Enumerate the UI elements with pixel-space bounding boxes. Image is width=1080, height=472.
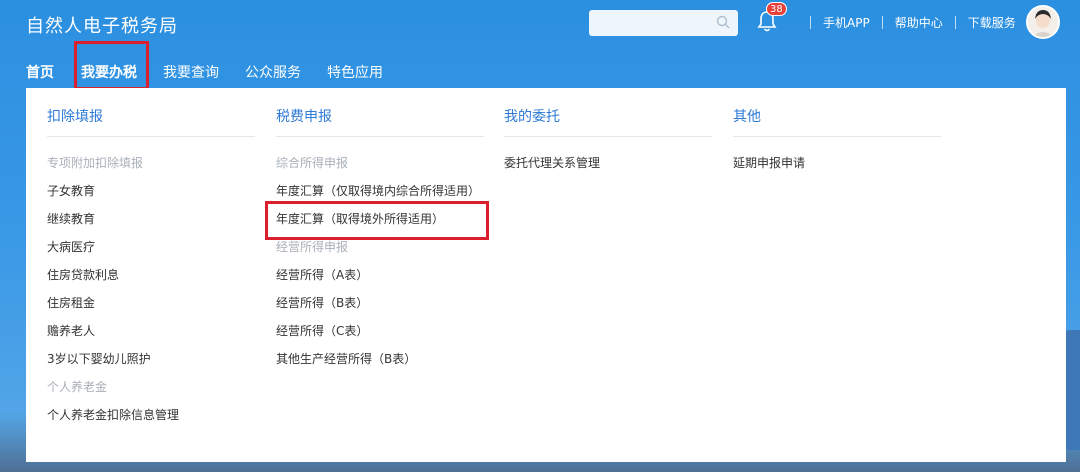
search-input[interactable] <box>589 10 738 36</box>
nav-public-service[interactable]: 公众服务 <box>245 62 301 82</box>
avatar-icon <box>1032 10 1054 37</box>
top-links: 手机APP 帮助中心 下载服务 <box>798 14 1016 31</box>
notification-badge[interactable]: 38 <box>766 2 787 16</box>
top-header: 自然人电子税务局 38 手机APP 帮助中心 下载服务 首页 我要办税 我要查询… <box>0 0 1080 90</box>
menu-item[interactable]: 经营所得（C表） <box>276 317 486 345</box>
mobile-app-link[interactable]: 手机APP <box>823 14 870 31</box>
menu-item[interactable]: 经营所得（A表） <box>276 261 486 289</box>
divider <box>810 16 811 29</box>
group-label: 专项附加扣除填报 <box>47 156 144 170</box>
search-icon[interactable] <box>716 15 730 29</box>
annotation-highlight-box <box>265 201 489 240</box>
menu-item[interactable]: 大病医疗 <box>47 233 257 261</box>
site-title: 自然人电子税务局 <box>26 16 178 37</box>
menu-item[interactable]: 其他生产经营所得（B表） <box>276 345 486 373</box>
column-title[interactable]: 扣除填报 <box>47 106 255 137</box>
menu-item[interactable]: 延期申报申请 <box>733 149 943 177</box>
menu-column-deduction: 扣除填报 专项附加扣除填报 子女教育 继续教育 大病医疗 住房贷款利息 住房租金… <box>47 106 257 429</box>
menu-item[interactable]: 住房贷款利息 <box>47 261 257 289</box>
nav-query[interactable]: 我要查询 <box>163 62 219 82</box>
help-center-link[interactable]: 帮助中心 <box>895 14 943 31</box>
menu-item[interactable]: 继续教育 <box>47 205 257 233</box>
group-label: 综合所得申报 <box>276 156 349 170</box>
column-title[interactable]: 其他 <box>733 106 941 137</box>
menu-item[interactable]: 个人养老金扣除信息管理 <box>47 401 257 429</box>
dropdown-menu-panel: 扣除填报 专项附加扣除填报 子女教育 继续教育 大病医疗 住房贷款利息 住房租金… <box>26 88 1066 462</box>
download-service-link[interactable]: 下载服务 <box>968 14 1016 31</box>
annotation-highlight-box <box>74 41 149 90</box>
nav-home[interactable]: 首页 <box>26 62 54 82</box>
menu-item[interactable]: 经营所得（B表） <box>276 289 486 317</box>
menu-item[interactable]: 子女教育 <box>47 177 257 205</box>
nav-featured-apps[interactable]: 特色应用 <box>327 62 383 82</box>
divider <box>954 16 956 29</box>
divider <box>881 16 883 29</box>
menu-column-other: 其他 延期申报申请 <box>733 106 943 177</box>
column-title[interactable]: 税费申报 <box>276 106 484 137</box>
menu-item[interactable]: 住房租金 <box>47 289 257 317</box>
menu-item[interactable]: 委托代理关系管理 <box>504 149 714 177</box>
menu-item[interactable]: 赡养老人 <box>47 317 257 345</box>
column-title[interactable]: 我的委托 <box>504 106 712 137</box>
menu-item[interactable]: 3岁以下婴幼儿照护 <box>47 345 257 373</box>
group-label: 个人养老金 <box>47 380 108 394</box>
user-avatar[interactable] <box>1026 5 1060 39</box>
menu-column-my-delegation: 我的委托 委托代理关系管理 <box>504 106 714 177</box>
